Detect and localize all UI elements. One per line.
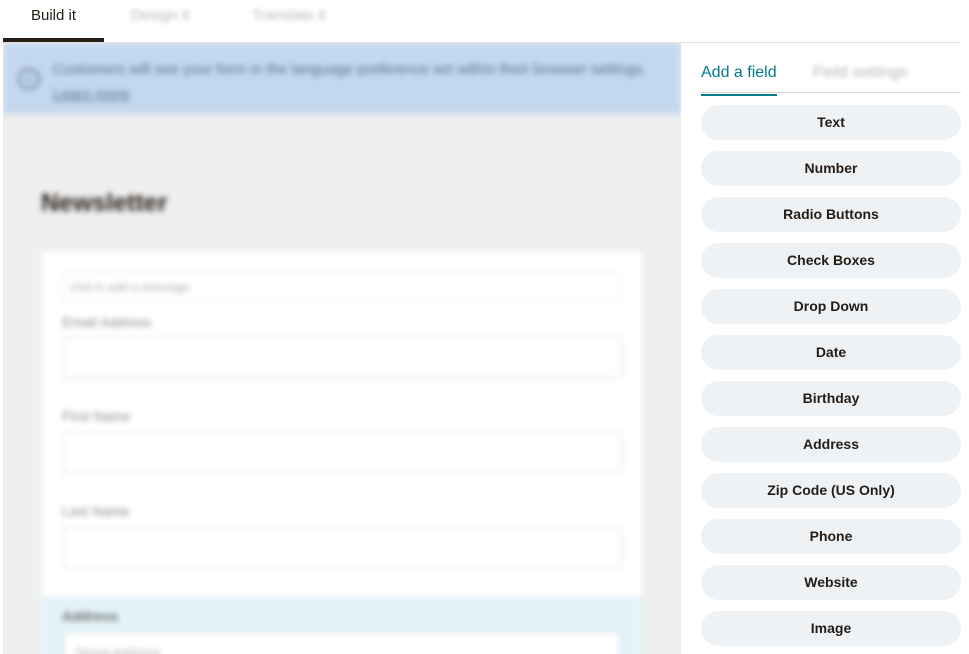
add-drop-down-field-button[interactable]: Drop Down	[701, 289, 961, 324]
field-type-list: Text Number Radio Buttons Check Boxes Dr…	[701, 105, 961, 654]
add-website-field-button[interactable]: Website	[701, 565, 961, 600]
first-name-field[interactable]	[62, 432, 622, 474]
form-title[interactable]: Newsletter	[41, 189, 167, 218]
banner-text: Customers will see your form in the lang…	[53, 57, 653, 107]
address-label: Address	[62, 608, 119, 624]
add-phone-field-button[interactable]: Phone	[701, 519, 961, 554]
email-address-label: Email Address	[62, 314, 152, 330]
top-tab-bar: Build it Design it Translate it	[0, 0, 961, 43]
banner-message: Customers will see your form in the lang…	[53, 61, 647, 78]
last-name-label: Last Name	[62, 503, 130, 519]
tab-add-a-field[interactable]: Add a field	[701, 64, 777, 96]
info-icon: i	[18, 68, 40, 90]
add-zip-code-field-button[interactable]: Zip Code (US Only)	[701, 473, 961, 508]
address-field-group[interactable]: Address Street Address	[42, 598, 642, 654]
add-address-field-button[interactable]: Address	[701, 427, 961, 462]
tab-build-it[interactable]: Build it	[3, 0, 104, 42]
message-input[interactable]: Unit to add a message	[61, 272, 621, 302]
email-address-field[interactable]	[62, 337, 622, 379]
tab-translate-it[interactable]: Translate it	[252, 0, 326, 42]
add-radio-buttons-field-button[interactable]: Radio Buttons	[701, 197, 961, 232]
tab-field-settings[interactable]: Field settings	[813, 64, 907, 82]
add-check-boxes-field-button[interactable]: Check Boxes	[701, 243, 961, 278]
form-card: Unit to add a message Email Address Firs…	[42, 252, 642, 654]
tab-design-it[interactable]: Design it	[131, 0, 189, 42]
add-date-field-button[interactable]: Date	[701, 335, 961, 370]
add-text-field-button[interactable]: Text	[701, 105, 961, 140]
first-name-label: First Name	[62, 408, 131, 424]
form-editor-canvas: i Customers will see your form in the la…	[3, 43, 681, 654]
add-birthday-field-button[interactable]: Birthday	[701, 381, 961, 416]
form-preview: i Customers will see your form in the la…	[3, 43, 681, 654]
language-info-banner: i Customers will see your form in the la…	[3, 43, 681, 114]
panel-tab-bar: Add a field Field settings	[701, 43, 961, 96]
learn-more-link[interactable]: Learn more	[53, 86, 130, 103]
add-image-field-button[interactable]: Image	[701, 611, 961, 646]
field-panel: Add a field Field settings Text Number R…	[681, 43, 969, 654]
last-name-field[interactable]	[62, 527, 622, 569]
add-number-field-button[interactable]: Number	[701, 151, 961, 186]
street-address-field[interactable]: Street Address	[64, 632, 620, 654]
